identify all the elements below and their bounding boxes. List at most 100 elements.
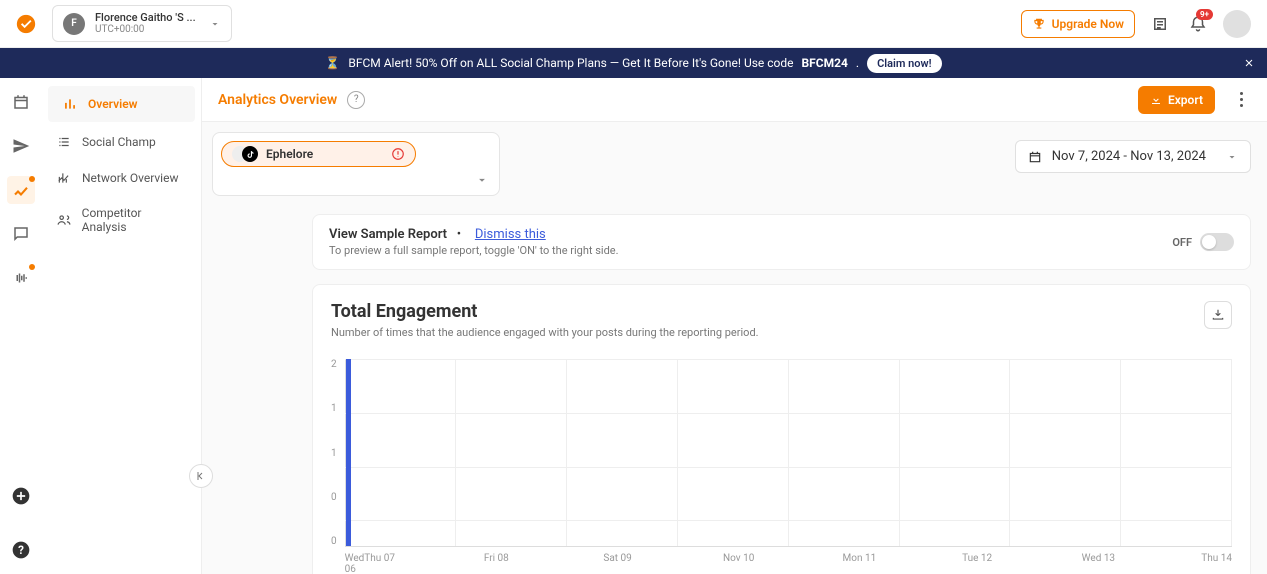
chart-up-icon (56, 170, 72, 186)
grid-column (678, 359, 789, 546)
warning-icon (391, 147, 405, 161)
grid-column (1010, 359, 1121, 546)
svg-text:?: ? (18, 543, 24, 557)
org-timezone: UTC+00:00 (95, 24, 196, 35)
x-tick: Thu 07 (364, 553, 484, 574)
active-dot (29, 176, 35, 182)
date-range-picker[interactable]: Nov 7, 2024 - Nov 13, 2024 (1015, 140, 1251, 173)
chevron-down-icon (1226, 151, 1238, 163)
org-selector[interactable]: F Florence Gaitho 'S ... UTC+00:00 (52, 5, 232, 42)
rail-calendar-icon[interactable] (7, 88, 35, 116)
date-range-text: Nov 7, 2024 - Nov 13, 2024 (1052, 149, 1206, 164)
rail-send-icon[interactable] (7, 132, 35, 160)
y-tick: 0 (331, 536, 337, 547)
filters-row: Ephelore Nov 7, 2024 - Nov 13, 2024 (202, 122, 1267, 196)
rail-help-icon[interactable]: ? (7, 536, 35, 564)
close-icon[interactable] (1243, 57, 1255, 69)
collapse-sidebar-button[interactable] (189, 464, 213, 488)
dot: • (457, 227, 461, 242)
chart-title: Total Engagement (331, 301, 759, 322)
secondary-sidebar: Overview Social Champ Network Overview C… (42, 78, 202, 574)
notes-icon[interactable] (1147, 11, 1173, 37)
upgrade-button[interactable]: Upgrade Now (1021, 10, 1135, 38)
icon-rail: ? (0, 78, 42, 574)
y-tick: 2 (331, 359, 337, 370)
x-tick: Wed 06 (345, 553, 365, 574)
help-icon[interactable]: ? (347, 91, 365, 109)
dismiss-link[interactable]: Dismiss this (475, 227, 546, 242)
sample-subtitle: To preview a full sample report, toggle … (329, 244, 619, 257)
chevron-down-icon[interactable] (475, 173, 489, 187)
banner-code: BFCM24 (802, 56, 848, 70)
rail-chat-icon[interactable] (7, 220, 35, 248)
upgrade-label: Upgrade Now (1052, 17, 1124, 31)
banner-text: BFCM Alert! 50% Off on ALL Social Champ … (348, 56, 793, 70)
main-panel: Analytics Overview ? Export (202, 78, 1267, 574)
content-area: Ephelore Nov 7, 2024 - Nov 13, 2024 (202, 122, 1267, 574)
banner-emoji: ⏳ (325, 56, 340, 70)
export-label: Export (1168, 93, 1203, 107)
rail-waveform-icon[interactable] (7, 264, 35, 292)
trophy-icon (1032, 17, 1046, 31)
sample-report-card: View Sample Report • Dismiss this To pre… (312, 214, 1251, 270)
x-tick: Tue 12 (962, 553, 1082, 574)
sidebar-item-social-champ[interactable]: Social Champ (42, 124, 201, 160)
toggle-label: OFF (1172, 236, 1192, 249)
chevron-down-icon (209, 18, 221, 30)
sidebar-item-label: Network Overview (82, 171, 178, 185)
x-tick: Sat 09 (603, 553, 723, 574)
x-tick: Fri 08 (484, 553, 604, 574)
sidebar-item-label: Overview (88, 97, 138, 111)
chart-download-button[interactable] (1204, 301, 1232, 329)
rail-dot (29, 264, 35, 270)
notifications-icon[interactable]: 9+ (1185, 11, 1211, 37)
grid-column (346, 359, 457, 546)
more-menu-icon[interactable] (1231, 92, 1251, 107)
sidebar-item-label: Competitor Analysis (82, 206, 187, 234)
x-tick: Wed 13 (1082, 553, 1202, 574)
x-tick: Nov 10 (723, 553, 843, 574)
y-tick: 1 (331, 403, 337, 414)
x-tick: Thu 14 (1201, 553, 1232, 574)
chart-grid (345, 359, 1232, 547)
notification-badge: 9+ (1196, 9, 1213, 20)
list-icon (56, 134, 72, 150)
app-logo[interactable] (12, 10, 40, 38)
y-axis: 2 1 1 0 0 (331, 359, 345, 547)
grid-column (456, 359, 567, 546)
account-pill[interactable]: Ephelore (221, 141, 416, 167)
x-axis: Wed 06Thu 07Fri 08Sat 09Nov 10Mon 11Tue … (345, 553, 1232, 574)
sample-title: View Sample Report (329, 227, 447, 242)
tiktok-icon (242, 146, 258, 162)
rail-add-icon[interactable] (7, 482, 35, 510)
chart-area: 2 1 1 0 0 Wed 06Thu 07Fri 08Sat 09Nov 10Mon … (331, 359, 1232, 574)
promo-banner: ⏳ BFCM Alert! 50% Off on ALL Social Cham… (0, 48, 1267, 78)
engagement-chart-card: Total Engagement Number of times that th… (312, 284, 1251, 574)
page-header: Analytics Overview ? Export (202, 78, 1267, 122)
sample-toggle[interactable] (1200, 233, 1234, 251)
download-icon (1150, 94, 1162, 106)
y-tick: 0 (331, 492, 337, 503)
claim-button[interactable]: Claim now! (867, 54, 942, 73)
export-button[interactable]: Export (1138, 86, 1215, 114)
chart-subtitle: Number of times that the audience engage… (331, 326, 759, 339)
sidebar-item-network-overview[interactable]: Network Overview (42, 160, 201, 196)
org-avatar: F (63, 13, 85, 35)
org-name: Florence Gaitho 'S ... (95, 12, 196, 24)
bars-icon (62, 96, 78, 112)
x-tick: Mon 11 (843, 553, 963, 574)
y-tick: 1 (331, 448, 337, 459)
grid-column (1121, 359, 1232, 546)
grid-column (567, 359, 678, 546)
account-selector-card[interactable]: Ephelore (212, 132, 500, 196)
sidebar-item-competitor-analysis[interactable]: Competitor Analysis (42, 196, 201, 244)
chart-bar (346, 359, 351, 546)
rail-analytics-icon[interactable] (7, 176, 35, 204)
users-icon (56, 212, 72, 228)
top-header: F Florence Gaitho 'S ... UTC+00:00 Upgra… (0, 0, 1267, 48)
sidebar-item-overview[interactable]: Overview (48, 86, 195, 122)
user-avatar[interactable] (1223, 10, 1251, 38)
page-title: Analytics Overview (218, 92, 337, 108)
grid-column (900, 359, 1011, 546)
sidebar-item-label: Social Champ (82, 135, 156, 149)
